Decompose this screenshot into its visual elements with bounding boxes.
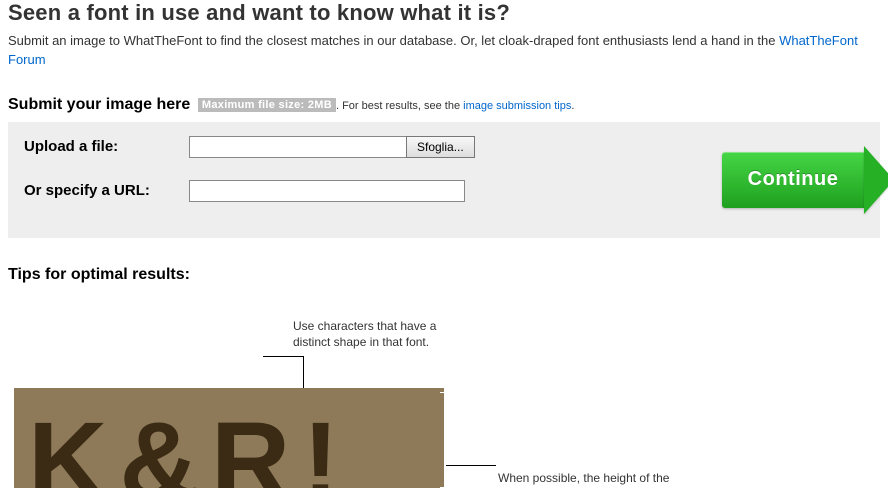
upload-form: Upload a file: Sfoglia... Or specify a U… xyxy=(8,122,880,238)
browse-button[interactable]: Sfoglia... xyxy=(406,136,475,158)
upload-file-label: Upload a file: xyxy=(24,138,189,155)
submit-heading-line: Submit your image here Maximum file size… xyxy=(8,96,880,114)
height-indicator-icon xyxy=(444,392,445,488)
upload-file-input[interactable] xyxy=(189,136,407,158)
url-input[interactable] xyxy=(189,180,465,202)
tips-heading: Tips for optimal results: xyxy=(8,266,880,284)
submit-hint-before: . For best results, see the xyxy=(336,100,463,112)
filesize-badge: Maximum file size: 2MB xyxy=(198,98,336,112)
continue-label: Continue xyxy=(748,168,839,191)
page-headline: Seen a font in use and want to know what… xyxy=(8,0,880,26)
submission-tips-link[interactable]: image submission tips xyxy=(463,100,571,112)
submit-heading: Submit your image here xyxy=(8,96,190,113)
intro-paragraph: Submit an image to WhatTheFont to find t… xyxy=(8,32,880,70)
arrow-right-icon: Continue xyxy=(722,152,864,208)
sample-font-image: K&R! xyxy=(14,388,444,488)
continue-button[interactable]: Continue xyxy=(722,152,864,208)
intro-text: Submit an image to WhatTheFont to find t… xyxy=(8,33,779,48)
tips-diagram: Use characters that have a distinct shap… xyxy=(8,318,880,488)
tip-letter-height: When possible, the height of the xyxy=(498,470,778,486)
submit-hint: . For best results, see the image submis… xyxy=(336,100,574,112)
specify-url-label: Or specify a URL: xyxy=(24,182,189,199)
sample-text: K&R! xyxy=(28,407,351,488)
tip-distinct-shape: Use characters that have a distinct shap… xyxy=(293,318,473,350)
callout-line-2-icon xyxy=(446,465,496,466)
submit-hint-after: . xyxy=(571,100,574,112)
